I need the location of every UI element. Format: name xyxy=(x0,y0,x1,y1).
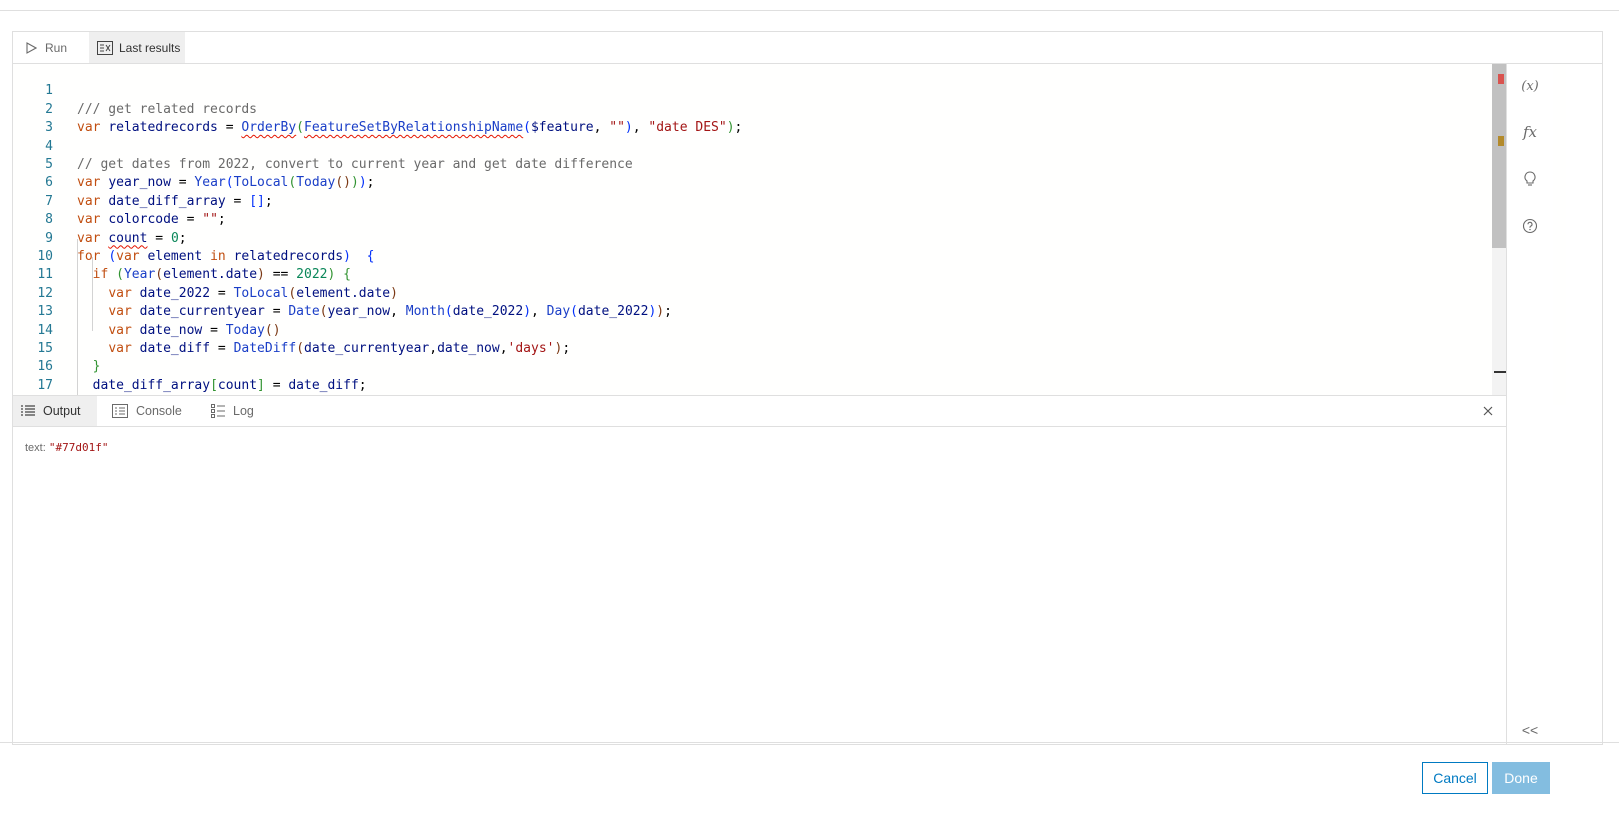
run-button[interactable]: Run xyxy=(23,32,85,63)
run-label: Run xyxy=(45,40,68,55)
variables-icon[interactable]: (x) xyxy=(1507,74,1553,98)
functions-icon[interactable]: fx xyxy=(1507,120,1553,144)
error-marker xyxy=(1498,74,1504,84)
collapse-icon[interactable]: << xyxy=(1507,718,1553,742)
tab-output[interactable]: Output xyxy=(13,396,97,426)
code-line: 5 var year_now = Year(ToLocal(Today())); xyxy=(13,138,374,190)
collapse-glyph: << xyxy=(1521,722,1539,738)
cancel-button[interactable]: Cancel xyxy=(1422,762,1488,794)
tab-log-label: Log xyxy=(233,404,254,418)
output-content: text: "#77d01f" xyxy=(13,427,1506,744)
close-icon[interactable] xyxy=(1480,403,1496,419)
arcade-editor-panel: Run Last results 1 /// get related recor… xyxy=(12,31,1603,745)
footer-divider xyxy=(0,742,1619,743)
tab-console-label: Console xyxy=(136,404,182,418)
line-text: var date_diff = DateDiff(date_currentyea… xyxy=(108,341,571,356)
results-icon xyxy=(97,40,113,56)
editor-scrollbar[interactable] xyxy=(1492,64,1506,405)
result-key: text: xyxy=(25,442,46,454)
code-line: 8 var count = 0; xyxy=(13,193,186,245)
tab-console[interactable]: Console xyxy=(112,396,182,426)
code-line: 16 date_diff_array[count] = date_diff; xyxy=(13,340,366,392)
code-line: 12 var date_currentyear = Date(year_now,… xyxy=(13,266,672,319)
variables-glyph: (x) xyxy=(1521,78,1539,94)
code-line: 1 /// get related records xyxy=(13,64,257,116)
code-line: 7 var colorcode = ""; xyxy=(13,174,226,227)
line-text: var relatedrecords = OrderBy(FeatureSetB… xyxy=(77,120,743,136)
log-icon xyxy=(211,404,225,418)
line-text: var count = 0; xyxy=(77,230,187,246)
cursor-position-marker xyxy=(1494,371,1506,373)
last-results-label: Last results xyxy=(119,40,181,55)
result-value: "#77d01f" xyxy=(48,441,109,454)
code-line: 11 var date_2022 = ToLocal(element.date) xyxy=(13,248,398,300)
line-text: date_diff_array[count] = date_diff; xyxy=(92,377,367,393)
side-panel: (x) fx << xyxy=(1506,64,1553,744)
code-line: 17 count++; xyxy=(13,358,155,405)
line-text: var year_now = Year(ToLocal(Today())); xyxy=(77,175,375,191)
code-line: 2 var relatedrecords = OrderBy(FeatureSe… xyxy=(13,82,742,135)
line-text: var date_currentyear = Date(year_now, Mo… xyxy=(108,304,672,320)
functions-glyph: fx xyxy=(1522,123,1537,141)
play-icon xyxy=(23,40,39,56)
last-results-button[interactable]: Last results xyxy=(89,32,185,63)
line-text: var date_diff_array = []; xyxy=(77,193,273,209)
output-result: text: "#77d01f" xyxy=(25,441,108,454)
code-line: 3 xyxy=(13,101,60,135)
suggestions-icon[interactable] xyxy=(1507,167,1553,191)
console-icon xyxy=(112,404,128,418)
code-line: 6 var date_diff_array = []; xyxy=(13,156,273,208)
line-text: } xyxy=(92,359,101,375)
tab-output-label: Output xyxy=(43,404,81,418)
line-text: var date_2022 = ToLocal(element.date) xyxy=(108,285,398,301)
warning-marker xyxy=(1498,136,1504,146)
line-text: if (Year(element.date) == 2022) { xyxy=(92,267,351,283)
line-text: var colorcode = ""; xyxy=(77,212,226,228)
done-button[interactable]: Done xyxy=(1492,762,1550,794)
code-line: 4 // get dates from 2022, convert to cur… xyxy=(13,119,633,172)
code-line: 13 var date_now = Today() xyxy=(13,285,280,337)
code-line: 15 } xyxy=(13,322,100,374)
help-icon[interactable] xyxy=(1507,214,1553,238)
line-text: /// get related records xyxy=(77,101,258,117)
scrollbar-thumb[interactable] xyxy=(1492,64,1506,248)
tab-log[interactable]: Log xyxy=(211,396,254,426)
line-text: // get dates from 2022, convert to curre… xyxy=(77,157,633,172)
code-line: 14 var date_diff = DateDiff(date_current… xyxy=(13,303,570,356)
code-editor[interactable]: 1 /// get related records 2 var relatedr… xyxy=(13,64,1566,405)
code-line: 18 xyxy=(13,377,60,405)
line-text: var date_now = Today() xyxy=(108,322,281,338)
code-line: 10 if (Year(element.date) == 2022) { xyxy=(13,230,351,282)
output-icon xyxy=(21,405,35,417)
editor-toolbar: Run Last results xyxy=(13,32,1602,64)
output-tabs: Output Console Log xyxy=(13,395,1506,427)
code-line: 9 for (var element in relatedrecords) { xyxy=(13,211,374,264)
top-divider xyxy=(0,10,1619,11)
line-text: for (var element in relatedrecords) { xyxy=(77,249,375,264)
